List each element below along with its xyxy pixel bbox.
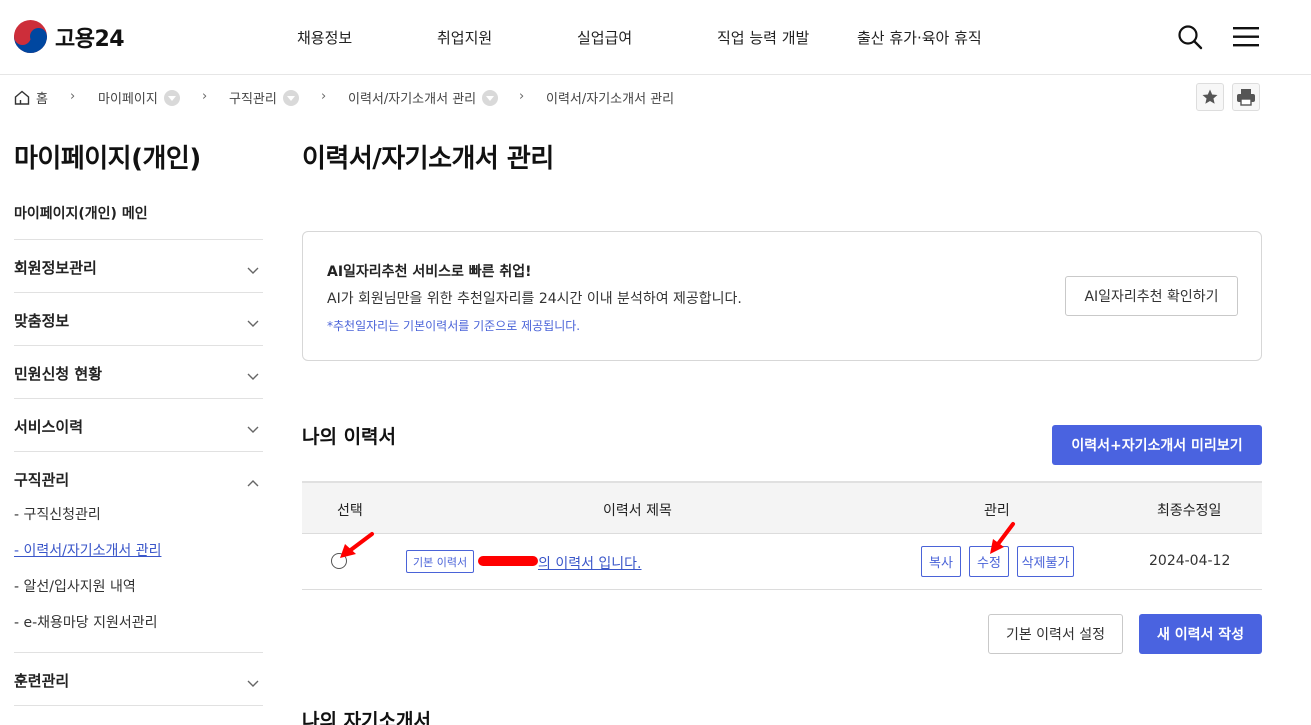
home-icon [14, 90, 30, 105]
preview-resume-button[interactable]: 이력서+자기소개서 미리보기 [1052, 425, 1262, 465]
site-logo[interactable]: 고용24 [14, 20, 125, 53]
modified-date: 2024-04-12 [1149, 553, 1231, 569]
chevron-right-icon: › [202, 89, 208, 104]
nav-skill-development[interactable]: 직업 능력 개발 [717, 27, 809, 48]
breadcrumb-mypage[interactable]: 마이페이지 [98, 88, 180, 107]
chevron-down-icon [247, 366, 259, 385]
sidebar-item-petition-status[interactable]: 민원신청 현황 [14, 345, 263, 398]
sidebar-item-service-history[interactable]: 서비스이력 [14, 398, 263, 451]
chevron-up-icon [247, 472, 259, 491]
sidebar-subitem-job-application[interactable]: - 구직신청관리 [14, 504, 101, 524]
sidebar-item-member-info[interactable]: 회원정보관리 [14, 239, 263, 292]
sidebar-item-label: 서비스이력 [14, 418, 84, 436]
logo-text: 고용24 [55, 26, 125, 52]
resume-section-title: 나의 이력서 [302, 426, 397, 448]
ai-banner-description: AI가 회원님만을 위한 추천일자리를 24시간 이내 분석하여 제공합니다. [327, 291, 742, 307]
column-header-manage: 관리 [984, 503, 1010, 519]
sidebar-subitem-resume-management[interactable]: - 이력서/자기소개서 관리 [14, 540, 161, 560]
column-header-select: 선택 [337, 503, 363, 519]
nav-maternity-leave[interactable]: 출산 휴가·육아 휴직 [857, 27, 982, 48]
default-resume-badge: 기본 이력서 [406, 550, 475, 573]
sidebar-item-mypage-main[interactable]: 마이페이지(개인) 메인 [14, 203, 148, 223]
menu-icon[interactable] [1233, 26, 1259, 52]
column-header-modified-date: 최종수정일 [1157, 503, 1222, 519]
print-button[interactable] [1232, 83, 1260, 111]
dropdown-icon[interactable] [482, 89, 499, 106]
breadcrumb-job-management[interactable]: 구직관리 [229, 88, 299, 107]
chevron-down-icon [247, 260, 259, 279]
sidebar-item-label: 맞춤정보 [14, 312, 70, 330]
nav-unemployment-benefit[interactable]: 실업급여 [577, 27, 632, 48]
taegeuk-logo-icon [14, 20, 47, 53]
nav-recruit-info[interactable]: 채용정보 [297, 27, 352, 48]
copy-button[interactable]: 복사 [921, 546, 961, 577]
breadcrumb-label: 구직관리 [229, 92, 277, 107]
breadcrumb-label: 이력서/자기소개서 관리 [348, 92, 477, 107]
new-resume-button[interactable]: 새 이력서 작성 [1139, 614, 1262, 654]
breadcrumb-label: 이력서/자기소개서 관리 [546, 92, 675, 107]
sidebar-item-label: 훈련관리 [14, 672, 70, 690]
sidebar-subitem-application-history[interactable]: - 알선/입사지원 내역 [14, 576, 136, 596]
breadcrumb-resume-management[interactable]: 이력서/자기소개서 관리 [348, 88, 499, 107]
set-default-resume-button[interactable]: 기본 이력서 설정 [988, 614, 1123, 654]
dropdown-icon[interactable] [282, 89, 299, 106]
chevron-right-icon: › [321, 89, 327, 104]
sidebar-item-job-management[interactable]: 구직관리 [14, 451, 263, 491]
chevron-right-icon: › [70, 89, 76, 104]
redaction-mark [478, 556, 538, 566]
printer-icon [1237, 89, 1255, 106]
annotation-arrow-icon [990, 522, 1015, 554]
ai-recommend-button[interactable]: AI일자리추천 확인하기 [1065, 276, 1238, 316]
chevron-down-icon [247, 313, 259, 332]
table-row: 기본 이력서 의 이력서 입니다. 복사 수정 삭제불가 2024-04-12 [302, 534, 1262, 590]
sidebar-item-label: 구직관리 [14, 471, 70, 489]
resume-table-header: 선택 이력서 제목 관리 최종수정일 [302, 481, 1262, 534]
breadcrumb-home[interactable]: 홈 [14, 88, 48, 107]
sidebar-item-custom-info[interactable]: 맞춤정보 [14, 292, 263, 345]
favorite-button[interactable] [1196, 83, 1224, 111]
sidebar-title: 마이페이지(개인) [14, 144, 201, 174]
breadcrumb-label: 마이페이지 [98, 92, 158, 107]
ai-banner-title: AI일자리추천 서비스로 빠른 취업! [327, 264, 532, 280]
sidebar-item-label: 회원정보관리 [14, 259, 97, 277]
cover-letter-section-title: 나의 자기소개서 [302, 710, 431, 725]
column-header-title: 이력서 제목 [603, 503, 672, 519]
delete-disabled-button[interactable]: 삭제불가 [1017, 546, 1074, 577]
star-icon [1202, 89, 1218, 104]
nav-job-support[interactable]: 취업지원 [437, 27, 492, 48]
annotation-arrow-icon [340, 532, 374, 558]
ai-recommend-banner: AI일자리추천 서비스로 빠른 취업! AI가 회원님만을 위한 추천일자리를 … [302, 231, 1262, 361]
dropdown-icon[interactable] [163, 89, 180, 106]
chevron-right-icon: › [519, 89, 525, 104]
sidebar-item-training-management[interactable]: 훈련관리 [14, 652, 263, 705]
sidebar-item-divider [14, 705, 263, 725]
ai-banner-note: *추천일자리는 기본이력서를 기준으로 제공됩니다. [327, 319, 581, 333]
chevron-down-icon [247, 673, 259, 692]
sidebar-item-label: 민원신청 현황 [14, 365, 103, 383]
page-title: 이력서/자기소개서 관리 [302, 144, 554, 174]
resume-title-link[interactable]: 의 이력서 입니다. [538, 553, 642, 573]
breadcrumb-current: 이력서/자기소개서 관리 [546, 88, 674, 107]
sidebar-subitem-e-recruit-applications[interactable]: - e-채용마당 지원서관리 [14, 612, 158, 632]
global-header: 고용24 채용정보 취업지원 실업급여 직업 능력 개발 출산 휴가·육아 휴직 [0, 0, 1311, 75]
search-icon[interactable] [1177, 24, 1203, 54]
chevron-down-icon [247, 419, 259, 438]
breadcrumb-home-label: 홈 [36, 92, 48, 107]
